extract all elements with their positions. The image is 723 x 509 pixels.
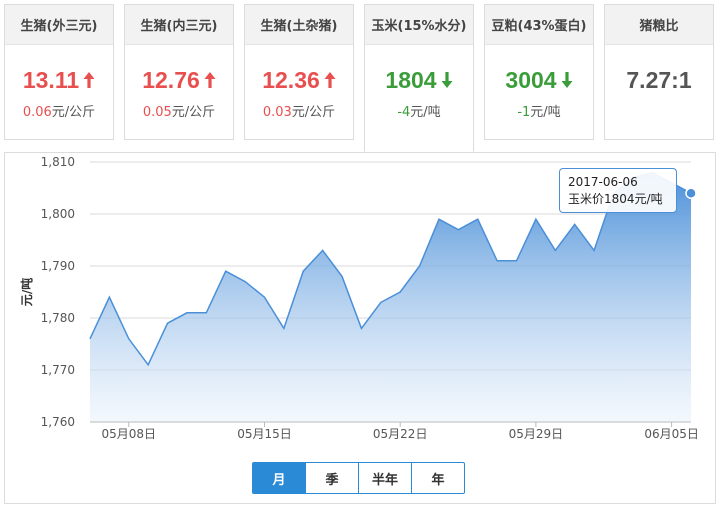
price-value: 7.27:1 (626, 66, 692, 93)
card-price: 12.76 (125, 65, 233, 95)
up-arrow-icon (324, 71, 336, 89)
card-price: 7.27:1 (605, 65, 713, 95)
change-value: 0.06 (22, 105, 52, 120)
card-title: 玉米(15%水分) (365, 5, 473, 45)
tab-quarter[interactable]: 季 (305, 462, 359, 494)
down-arrow-icon (561, 71, 573, 89)
card-pig-outer[interactable]: 生猪(外三元) 13.11 0.06元/公斤 (4, 4, 114, 140)
change-unit: 元/公斤 (171, 105, 216, 120)
card-price: 12.36 (245, 65, 353, 95)
card-title: 豆粕(43%蛋白) (485, 5, 593, 45)
card-pig-inner[interactable]: 生猪(内三元) 12.76 0.05元/公斤 (124, 4, 234, 140)
card-price: 1804 (365, 65, 473, 95)
up-arrow-icon (83, 71, 95, 89)
card-pig-grain-ratio[interactable]: 猪粮比 7.27:1 (604, 4, 714, 140)
y-tick-label: 1,760 (41, 415, 75, 429)
y-tick-label: 1,800 (41, 207, 75, 221)
card-change: 0.06元/公斤 (5, 101, 113, 120)
y-tick-label: 1,770 (41, 363, 75, 377)
card-title: 生猪(土杂猪) (245, 5, 353, 45)
card-price: 3004 (485, 65, 593, 95)
price-value: 3004 (505, 66, 557, 93)
y-tick-label: 1,790 (41, 259, 75, 273)
highlight-point (685, 187, 697, 199)
tab-month[interactable]: 月 (252, 462, 306, 494)
price-value: 13.11 (22, 66, 80, 93)
card-title: 生猪(外三元) (5, 5, 113, 45)
price-value: 1804 (385, 66, 437, 93)
change-unit: 元/吨 (410, 105, 441, 120)
x-tick-label: 05月22日 (373, 427, 428, 441)
change-value: 0.03 (262, 105, 292, 120)
price-value: 12.76 (142, 66, 200, 93)
change-unit: 元/公斤 (51, 105, 96, 120)
change-unit: 元/公斤 (291, 105, 336, 120)
card-change: -4元/吨 (365, 101, 473, 120)
card-price: 13.11 (5, 65, 113, 95)
change-value: 0.05 (142, 105, 172, 120)
tab-half-year[interactable]: 半年 (358, 462, 412, 494)
chart-tooltip: 2017-06-06 玉米价1804元/吨 (559, 168, 677, 213)
card-title: 猪粮比 (605, 5, 713, 45)
x-tick-label: 06月05日 (644, 427, 699, 441)
card-change: -1元/吨 (485, 101, 593, 120)
x-tick-label: 05月15日 (237, 427, 292, 441)
tooltip-label: 玉米价1804元/吨 (568, 192, 663, 206)
range-tabs: 月 季 半年 年 (252, 462, 465, 494)
price-value: 12.36 (262, 66, 320, 93)
y-tick-label: 1,810 (41, 155, 75, 169)
change-value: -1 (517, 105, 531, 120)
price-cards: 生猪(外三元) 13.11 0.06元/公斤 生猪(内三元) 12.76 0.0… (0, 0, 723, 152)
card-soymeal[interactable]: 豆粕(43%蛋白) 3004 -1元/吨 (484, 4, 594, 140)
y-tick-label: 1,780 (41, 311, 75, 325)
card-change: 0.05元/公斤 (125, 101, 233, 120)
card-corn[interactable]: 玉米(15%水分) 1804 -4元/吨 (364, 4, 474, 152)
x-tick-label: 05月29日 (509, 427, 564, 441)
x-tick-label: 05月08日 (102, 427, 157, 441)
change-value: -4 (397, 105, 411, 120)
down-arrow-icon (441, 71, 453, 89)
tab-year[interactable]: 年 (411, 462, 465, 494)
tooltip-date: 2017-06-06 (568, 175, 638, 189)
card-title: 生猪(内三元) (125, 5, 233, 45)
change-unit: 元/吨 (530, 105, 561, 120)
card-pig-native[interactable]: 生猪(土杂猪) 12.36 0.03元/公斤 (244, 4, 354, 140)
y-axis-label: 元/吨 (19, 278, 34, 306)
card-change: 0.03元/公斤 (245, 101, 353, 120)
up-arrow-icon (204, 71, 216, 89)
